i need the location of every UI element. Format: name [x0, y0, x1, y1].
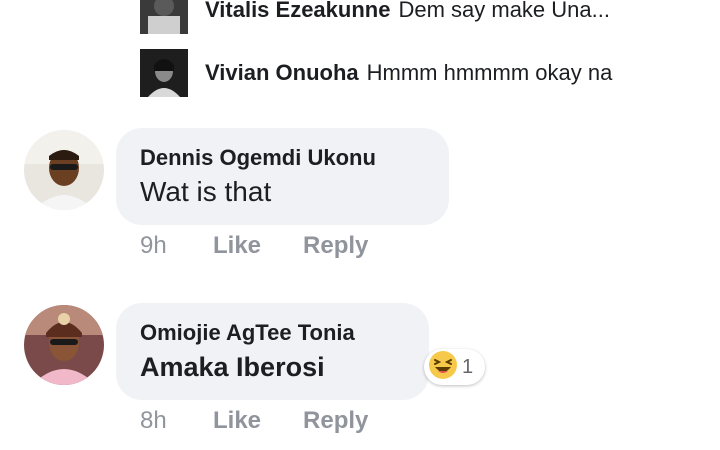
- comment-author-name[interactable]: Dennis Ogemdi Ukonu: [140, 144, 423, 172]
- reply-text: Dem say make Una...: [398, 0, 610, 22]
- reply-item[interactable]: Vitalis Ezeakunne Dem say make Una...: [140, 0, 610, 34]
- comment-author-name[interactable]: Omiojie AgTee Tonia: [140, 319, 403, 347]
- avatar[interactable]: [24, 305, 104, 385]
- reaction-badge[interactable]: 1: [424, 349, 486, 385]
- reply-author-name[interactable]: Vitalis Ezeakunne: [205, 0, 390, 23]
- reply-button[interactable]: Reply: [303, 232, 368, 260]
- like-button[interactable]: Like: [213, 232, 261, 260]
- comment-timestamp[interactable]: 9h: [140, 232, 213, 260]
- reply-button[interactable]: Reply: [303, 407, 368, 435]
- reply-author-name[interactable]: Vivian Onuoha: [205, 60, 359, 86]
- comment-actions: 8h Like Reply: [140, 407, 410, 435]
- avatar[interactable]: [140, 0, 188, 34]
- like-button[interactable]: Like: [213, 407, 261, 435]
- comment-thread: Vitalis Ezeakunne Dem say make Una... Vi…: [0, 0, 720, 450]
- avatar[interactable]: [24, 130, 104, 210]
- avatar[interactable]: [140, 49, 188, 97]
- comment-text: Wat is that: [140, 176, 272, 207]
- reply-text: Hmmm hmmmm okay na: [366, 60, 613, 85]
- comment-bubble: Omiojie AgTee Tonia Amaka Iberosi: [116, 303, 429, 400]
- comment-bubble: Dennis Ogemdi Ukonu Wat is that: [116, 128, 449, 225]
- reply-item[interactable]: Vivian Onuoha Hmmm hmmmm okay na: [140, 49, 612, 97]
- comment-text: Amaka Iberosi: [140, 352, 325, 382]
- laughing-face-icon: [428, 350, 458, 385]
- reaction-count: 1: [462, 355, 474, 378]
- comment-actions: 9h Like Reply: [140, 232, 410, 260]
- comment-timestamp[interactable]: 8h: [140, 407, 213, 435]
